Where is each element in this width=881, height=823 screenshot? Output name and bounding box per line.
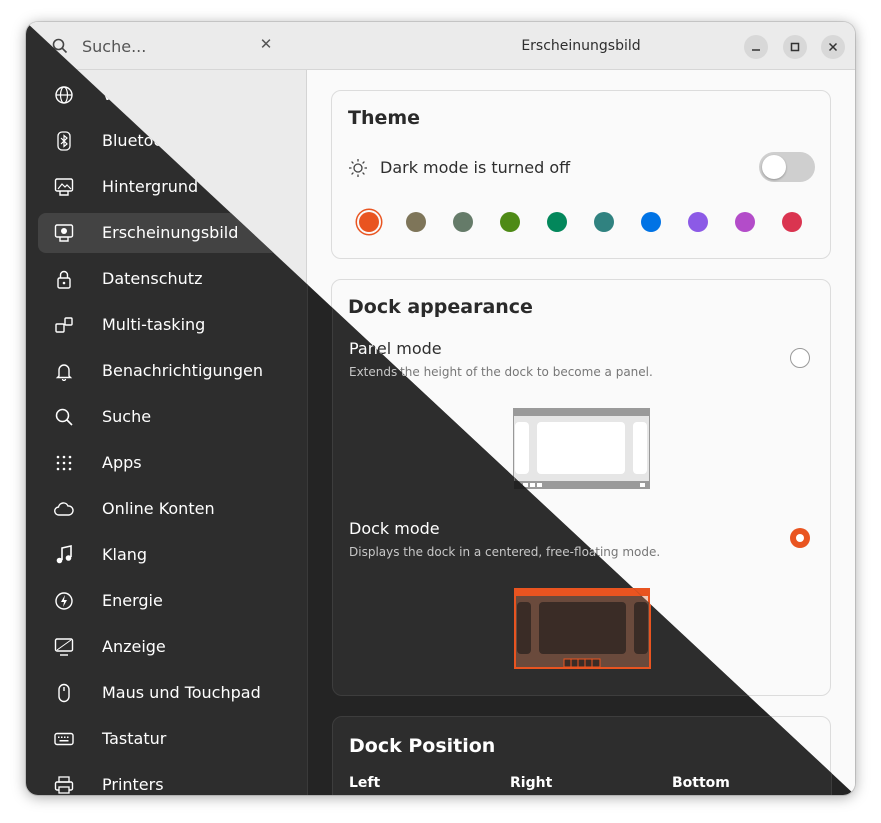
sidebar-item-printers[interactable]: Printers (38, 765, 294, 795)
mouse-icon (58, 683, 70, 703)
network-icon (55, 86, 73, 104)
theme-card: Theme Dark mode is turned off (331, 90, 831, 259)
dock-position-heading: Dock Position (349, 735, 496, 757)
sidebar-item-online-konten[interactable]: Online Konten (38, 489, 294, 529)
sidebar-item-label: Datenschutz (102, 269, 203, 288)
sidebar-item-tastatur[interactable]: Tastatur (38, 719, 294, 759)
sidebar-item-label: Anzeige (102, 637, 166, 656)
panel-mode-preview[interactable] (513, 408, 650, 489)
toggle-knob (762, 155, 786, 179)
dock-position-card-dark: Dock Position Left Right Bottom (332, 716, 832, 795)
accent-color-swatch[interactable] (735, 212, 755, 232)
dark-mode-toggle[interactable] (759, 152, 815, 182)
sidebar-item-label: Energie (102, 591, 163, 610)
cloud-icon (54, 502, 74, 516)
sun-icon (349, 159, 367, 177)
clear-search-icon[interactable]: ✕ (256, 35, 276, 53)
minimize-icon (752, 49, 760, 51)
sidebar-item-label: Apps (102, 453, 142, 472)
sidebar-item-label: Printers (102, 775, 164, 794)
sidebar-item-label: Erscheinungsbild (102, 223, 239, 242)
display-icon (54, 638, 74, 656)
panel-mode-radio[interactable] (790, 348, 810, 368)
sidebar-item-datenschutz[interactable]: Datenschutz (38, 259, 294, 299)
dock-mode-label: Dock mode (349, 519, 440, 538)
titlebar: Erscheinungsbild (307, 22, 855, 70)
dock-appearance-heading: Dock appearance (348, 296, 533, 318)
accent-color-swatch[interactable] (453, 212, 473, 232)
bluetooth-icon (57, 131, 71, 151)
sidebar-item-suche[interactable]: Suche (38, 397, 294, 437)
sidebar-item-label: Hintergrund (102, 177, 199, 196)
power-icon (55, 592, 73, 610)
wallpaper-icon (54, 178, 74, 196)
position-left-label[interactable]: Left (349, 775, 380, 791)
bell-icon (55, 364, 73, 381)
sidebar-item-label: Online Konten (102, 499, 215, 518)
printer-icon (54, 776, 74, 794)
position-right-label[interactable]: Right (510, 775, 552, 791)
accent-color-swatch[interactable] (547, 212, 567, 232)
dock-mode-preview[interactable] (514, 588, 651, 669)
accent-color-swatch[interactable] (641, 212, 661, 232)
maximize-button[interactable] (783, 35, 807, 59)
sidebar-item-apps[interactable]: Apps (38, 443, 294, 483)
dock-mode-radio[interactable] (790, 528, 810, 548)
theme-heading: Theme (348, 107, 421, 129)
accent-color-swatch[interactable] (500, 212, 520, 232)
sidebar-item-multi-tasking[interactable]: Multi-tasking (38, 305, 294, 345)
sidebar-item-label: Klang (102, 545, 148, 564)
sidebar-item-anzeige[interactable]: Anzeige (38, 627, 294, 667)
position-bottom-label[interactable]: Bottom (672, 775, 730, 791)
accent-color-swatch[interactable] (359, 212, 379, 232)
sidebar-item-label: Benachrichtigungen (102, 361, 263, 380)
sidebar-item-label: Maus und Touchpad (102, 683, 261, 702)
sidebar-item-benachrichtigungen[interactable]: Benachrichtigungen (38, 351, 294, 391)
apps-grid-icon (56, 455, 72, 471)
accent-color-swatch[interactable] (406, 212, 426, 232)
search-input[interactable]: Suche... (82, 37, 146, 56)
sidebar-item-label: Multi-tasking (102, 315, 206, 334)
accent-color-swatch[interactable] (688, 212, 708, 232)
lock-icon (57, 270, 71, 289)
accent-color-swatch[interactable] (594, 212, 614, 232)
window-title: Erscheinungsbild (521, 38, 641, 54)
music-note-icon (56, 545, 72, 564)
appearance-icon (54, 224, 74, 242)
settings-window: Suche... ✕ Erscheinungsbild Theme Dark m… (26, 22, 855, 795)
dark-mode-label: Dark mode is turned off (380, 158, 571, 177)
keyboard-icon (54, 732, 74, 746)
multitasking-icon (55, 317, 73, 333)
minimize-button[interactable] (744, 35, 768, 59)
sidebar-item-energie[interactable]: Energie (38, 581, 294, 621)
close-icon (828, 42, 838, 52)
close-button[interactable] (821, 35, 845, 59)
maximize-icon (790, 42, 800, 52)
sidebar-item-maus-und-touchpad[interactable]: Maus und Touchpad (38, 673, 294, 713)
sidebar-item-klang[interactable]: Klang (38, 535, 294, 575)
sidebar-item-label: Tastatur (102, 729, 167, 748)
search-icon (55, 408, 73, 426)
sidebar-item-label: Suche (102, 407, 152, 426)
accent-color-swatch[interactable] (782, 212, 802, 232)
